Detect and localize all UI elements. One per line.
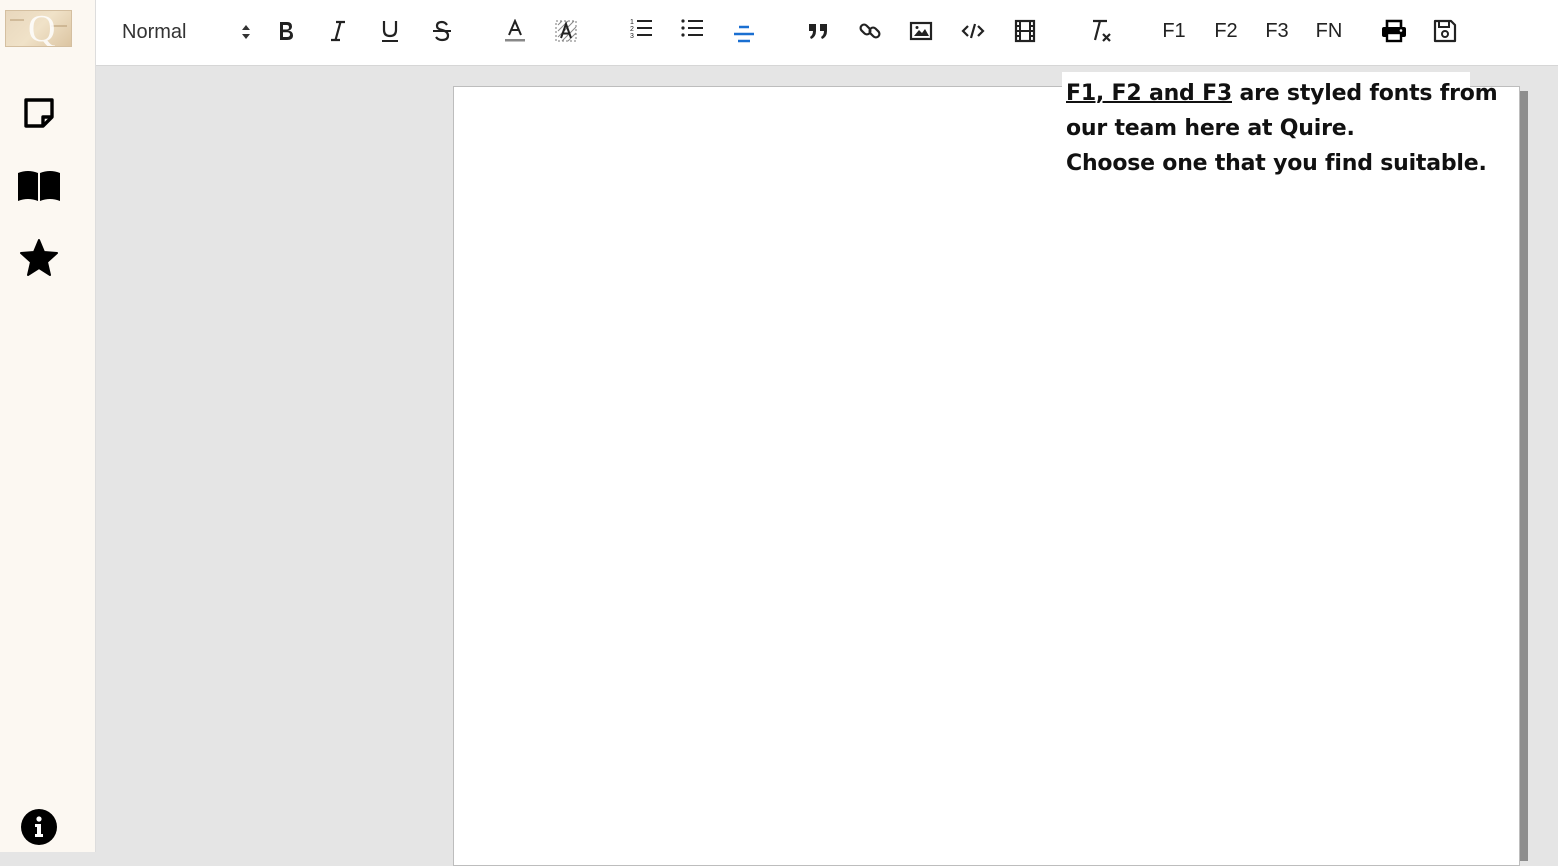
sidebar: Q [0,0,96,852]
sticky-note-icon [24,98,54,128]
background-color-button[interactable] [552,13,580,49]
underline-icon [382,21,398,42]
app-logo[interactable]: Q [5,10,72,47]
open-book-icon [18,171,60,201]
ordered-list-button[interactable]: 1 2 3 [627,10,655,46]
bullet-list-button[interactable] [678,10,706,46]
sidebar-item-favorites[interactable] [17,236,61,280]
document-page[interactable] [453,86,1520,866]
font-fn-button[interactable]: FN [1314,13,1344,49]
code-button[interactable] [959,13,987,49]
background-color-icon [555,20,577,42]
paragraph-style-select[interactable]: Normal [122,16,252,48]
save-button[interactable] [1431,13,1459,49]
code-icon [961,23,985,39]
italic-icon [331,20,345,42]
clear-format-button[interactable] [1086,13,1114,49]
video-button[interactable] [1011,13,1039,49]
strikethrough-icon [433,20,451,42]
ordered-list-icon: 1 2 3 [630,19,652,40]
svg-text:1: 1 [630,19,634,26]
text-color-button[interactable] [501,13,529,49]
svg-text:2: 2 [630,26,634,33]
select-arrows-icon [242,25,250,39]
sidebar-item-info[interactable] [17,805,61,849]
paragraph-style-value: Normal [122,20,187,43]
blockquote-button[interactable] [804,13,832,49]
video-icon [1014,19,1036,43]
logo-letter: Q [28,10,56,47]
star-icon [20,239,58,276]
align-center-icon [734,25,754,43]
link-button[interactable] [856,13,884,49]
print-icon [1382,19,1406,43]
svg-text:3: 3 [630,33,634,40]
font-f3-button[interactable]: F3 [1262,13,1292,49]
bold-button[interactable] [272,13,300,49]
save-icon [1433,19,1457,43]
tooltip-line-2: our team here at Quire. [1066,116,1355,141]
tooltip-highlight: F1, F2 and F3 [1066,81,1232,106]
link-icon [859,23,881,39]
font-f2-button[interactable]: F2 [1211,13,1241,49]
tooltip-line-1: F1, F2 and F3 are styled fonts from [1066,76,1498,111]
italic-button[interactable] [324,13,352,49]
fonts-tooltip: F1, F2 and F3 are styled fonts from our … [1062,72,1498,181]
sidebar-item-library[interactable] [17,163,61,207]
image-icon [909,21,933,41]
tooltip-line-1-rest: are styled fonts from [1232,81,1498,106]
blockquote-icon [809,24,827,39]
page-shadow [1520,91,1528,861]
align-center-button[interactable] [730,16,758,52]
editor-toolbar: Normal 1 2 3 F1 F2 F3 FN [96,0,1558,66]
info-circle-icon [21,809,57,845]
font-f1-button[interactable]: F1 [1159,13,1189,49]
text-color-icon [505,19,525,42]
underline-button[interactable] [376,13,404,49]
image-button[interactable] [907,13,935,49]
sidebar-item-notes[interactable] [17,91,61,135]
tooltip-line-3: Choose one that you find suitable. [1066,151,1487,176]
strikethrough-button[interactable] [428,13,456,49]
print-button[interactable] [1380,13,1408,49]
bullet-list-icon [681,19,703,37]
bold-icon [280,22,293,40]
clear-format-icon [1093,19,1111,42]
